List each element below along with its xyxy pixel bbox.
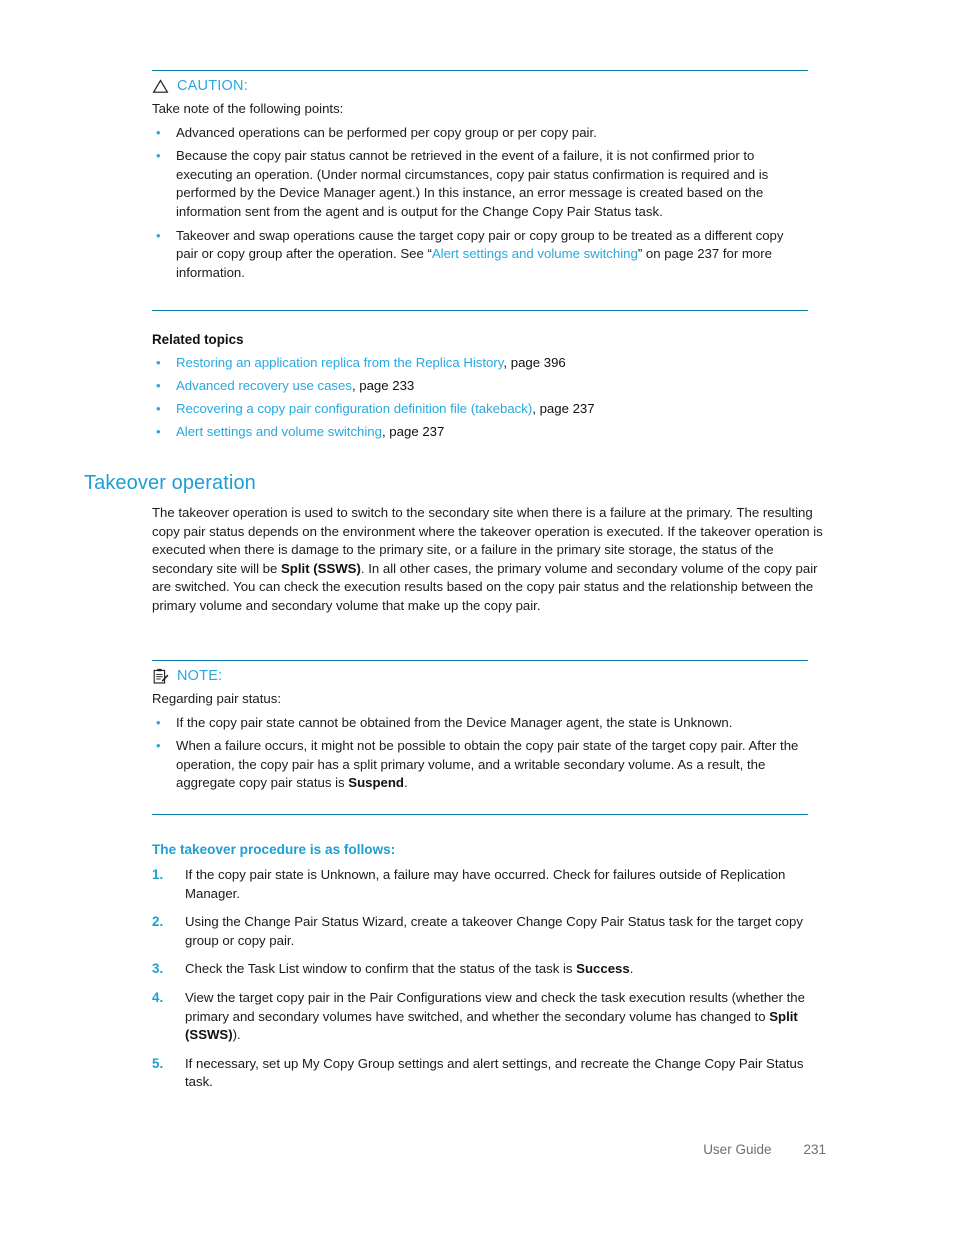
caution-title: CAUTION:	[177, 78, 248, 94]
list-item: • When a failure occurs, it might not be …	[152, 737, 808, 793]
related-topics-list: • Restoring an application replica from t…	[152, 354, 808, 442]
step-number: 2.	[152, 914, 164, 930]
step-number: 3.	[152, 961, 164, 977]
related-topics-top-rule	[152, 310, 808, 311]
bullet-icon: •	[156, 401, 161, 417]
document-page: CAUTION: Take note of the following poin…	[0, 0, 954, 1235]
bullet-icon: •	[156, 714, 161, 730]
list-item: • Restoring an application replica from t…	[152, 354, 808, 373]
list-item: • Alert settings and volume switching, pa…	[152, 423, 808, 442]
note-header: NOTE:	[152, 666, 808, 686]
takeover-paragraph: The takeover operation is used to switch…	[152, 504, 828, 616]
footer-label: User Guide	[703, 1142, 772, 1157]
procedure-step: 4. View the target copy pair in the Pair …	[152, 989, 828, 1045]
bullet-icon: •	[156, 148, 161, 164]
procedure-block: The takeover procedure is as follows: 1.…	[152, 814, 828, 1092]
procedure-top-rule	[152, 814, 808, 815]
link-recovering-copy-pair-config-file[interactable]: Recovering a copy pair configuration def…	[176, 401, 532, 416]
note-bullet-list: • If the copy pair state cannot be obtain…	[152, 714, 808, 793]
caution-bullet-list: • Advanced operations can be performed pe…	[152, 124, 808, 283]
note-clipboard-icon	[152, 668, 169, 685]
step-text: If the copy pair state is Unknown, a fai…	[185, 867, 786, 901]
link-alert-settings-volume-switching[interactable]: Alert settings and volume switching	[432, 246, 638, 261]
note-title: NOTE:	[177, 668, 223, 684]
caution-admonition: CAUTION: Take note of the following poin…	[152, 70, 808, 282]
note-item-text-post: .	[403, 775, 408, 791]
list-item: • Because the copy pair status cannot be …	[152, 147, 808, 221]
page-footer: User Guide 231	[0, 1142, 954, 1157]
list-item: • Advanced operations can be performed pe…	[152, 124, 808, 143]
step-number: 1.	[152, 867, 164, 882]
warning-triangle-icon	[152, 78, 169, 95]
link-advanced-recovery-use-cases[interactable]: Advanced recovery use cases	[176, 378, 352, 393]
note-item-text: If the copy pair state cannot be obtaine…	[176, 714, 733, 730]
step-number: 4.	[152, 989, 164, 1005]
note-intro: Regarding pair status:	[152, 691, 282, 706]
page-title-takeover-operation: Takeover operation	[84, 472, 256, 494]
note-item-text: When a failure occurs, it might not be p…	[176, 738, 799, 791]
status-success: Success	[576, 961, 630, 977]
bullet-icon: •	[156, 355, 161, 370]
status-suspend: Suspend	[348, 775, 404, 791]
bullet-icon: •	[156, 124, 161, 140]
related-topics-block: Related topics • Restoring an application…	[152, 310, 808, 446]
step-text-post: .	[629, 961, 634, 977]
procedure-step: 1. If the copy pair state is Unknown, a f…	[152, 866, 828, 903]
caution-header: CAUTION:	[152, 76, 808, 96]
related-topics-heading: Related topics	[152, 332, 244, 347]
caution-intro: Take note of the following points:	[152, 101, 344, 116]
status-split-ssws: Split (SSWS)	[281, 560, 361, 576]
caution-top-rule	[152, 70, 808, 71]
link-restoring-application-replica[interactable]: Restoring an application replica from th…	[176, 355, 503, 370]
step-text: Check the Task List window to confirm th…	[185, 961, 577, 977]
caution-body: Take note of the following points: • Adva…	[152, 100, 808, 282]
procedure-step: 5. If necessary, set up My Copy Group set…	[152, 1055, 828, 1092]
step-text-post: ).	[232, 1027, 241, 1043]
footer-page-number: 231	[803, 1142, 826, 1157]
bullet-icon: •	[156, 378, 161, 394]
bullet-icon: •	[156, 424, 161, 440]
caution-item-text: Because the copy pair status cannot be r…	[176, 148, 769, 219]
page-reference: , page 237	[532, 401, 595, 417]
page-reference: , page 396	[503, 355, 566, 370]
caution-item-text: Advanced operations can be performed per…	[176, 124, 597, 140]
procedure-steps-list: 1. If the copy pair state is Unknown, a f…	[152, 866, 828, 1092]
step-text: Using the Change Pair Status Wizard, cre…	[185, 914, 803, 948]
step-text: View the target copy pair in the Pair Co…	[185, 989, 805, 1024]
step-number: 5.	[152, 1055, 164, 1071]
bullet-icon: •	[156, 227, 161, 243]
step-text: If necessary, set up My Copy Group setti…	[185, 1055, 804, 1090]
list-item: • Advanced recovery use cases, page 233	[152, 377, 808, 396]
page-reference: , page 233	[351, 378, 415, 394]
procedure-step: 2. Using the Change Pair Status Wizard, c…	[152, 913, 828, 950]
link-alert-settings-volume-switching-2[interactable]: Alert settings and volume switching	[176, 424, 382, 439]
list-item: • If the copy pair state cannot be obtain…	[152, 714, 808, 733]
procedure-step: 3. Check the Task List window to confirm …	[152, 960, 828, 979]
list-item: • Takeover and swap operations cause the …	[152, 227, 808, 283]
procedure-heading: The takeover procedure is as follows:	[152, 842, 396, 857]
note-body: Regarding pair status: • If the copy pair…	[152, 690, 808, 793]
bullet-icon: •	[156, 738, 161, 754]
note-admonition: NOTE: Regarding pair status: • If the cop…	[152, 660, 808, 793]
note-top-rule	[152, 660, 808, 661]
page-reference: , page 237	[381, 424, 445, 440]
list-item: • Recovering a copy pair configuration de…	[152, 400, 808, 419]
